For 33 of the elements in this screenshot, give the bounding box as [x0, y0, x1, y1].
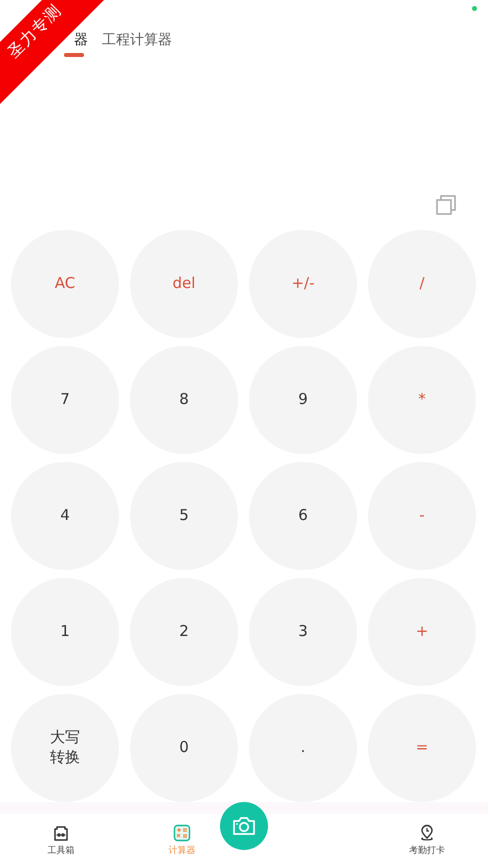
camera-button[interactable] [220, 802, 268, 850]
operator-key[interactable]: AC [11, 230, 119, 338]
selected-tab-indicator [64, 53, 84, 57]
digit-key[interactable]: 1 [11, 578, 119, 686]
operator-key[interactable]: - [368, 462, 476, 570]
digit-key[interactable]: 6 [249, 462, 357, 570]
nav-tab[interactable]: 考勤打卡 [397, 814, 457, 858]
digit-key[interactable]: 2 [130, 578, 238, 686]
calculator-icon [173, 824, 191, 842]
digit-key[interactable]: 0 [130, 694, 238, 802]
digit-key[interactable]: 8 [130, 346, 238, 454]
camera-icon [232, 816, 256, 836]
digit-key[interactable]: 4 [11, 462, 119, 570]
digit-key[interactable]: 3 [249, 578, 357, 686]
digit-key[interactable]: . [249, 694, 357, 802]
operator-key[interactable]: = [368, 694, 476, 802]
operator-key[interactable]: + [368, 578, 476, 686]
nav-tab[interactable]: 工具箱 [31, 814, 91, 858]
digit-key[interactable]: 5 [130, 462, 238, 570]
status-dot [472, 6, 477, 11]
location-clock-icon [418, 824, 436, 842]
calculator-tab[interactable]: 工程计算器 [102, 30, 172, 57]
toolbox-icon [52, 824, 70, 842]
copy-icon[interactable] [435, 194, 457, 216]
digit-key[interactable]: 7 [11, 346, 119, 454]
digit-key[interactable]: 9 [249, 346, 357, 454]
digit-key[interactable]: 大写转换 [11, 694, 119, 802]
operator-key[interactable]: +/- [249, 230, 357, 338]
calculator-tab[interactable]: 器 [74, 30, 88, 57]
ribbon-text: 圣力专测 [4, 4, 62, 62]
operator-key[interactable]: del [130, 230, 238, 338]
operator-key[interactable]: * [368, 346, 476, 454]
operator-key[interactable]: / [368, 230, 476, 338]
